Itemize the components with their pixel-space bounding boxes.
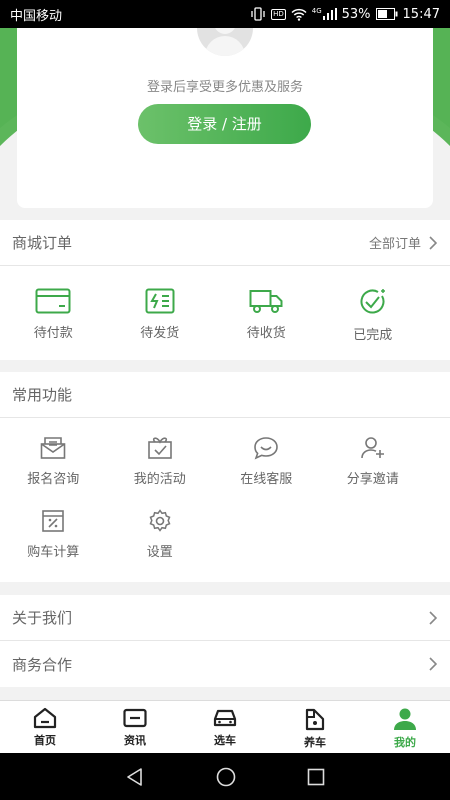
order-status-label: 待付款 — [33, 326, 73, 341]
login-register-button[interactable]: 登录 / 注册 — [138, 104, 311, 144]
order-status-row: 待付款 待发货 待收货 已完成 — [0, 266, 450, 343]
business-cooperation-label: 商务合作 — [12, 655, 73, 674]
chevron-right-icon — [429, 610, 437, 625]
bottom-tab-bar: 首页 资讯 选车 养车 我的 — [0, 700, 450, 753]
envelope-icon — [40, 437, 66, 459]
feature-settings[interactable]: 设置 — [107, 509, 214, 560]
tab-choose-car[interactable]: 选车 — [180, 701, 270, 753]
hd-badge: HD — [271, 8, 286, 20]
chat-icon — [254, 437, 279, 460]
feature-label: 分享邀请 — [346, 472, 399, 487]
tab-car-care[interactable]: 养车 — [270, 701, 360, 753]
feature-signup-consult[interactable]: 报名咨询 — [0, 436, 107, 487]
about-us-label: 关于我们 — [12, 609, 73, 627]
tab-news[interactable]: 资讯 — [90, 701, 180, 753]
all-orders-link[interactable]: 全部订单 — [369, 233, 437, 252]
tab-label: 资讯 — [124, 734, 146, 747]
avatar[interactable] — [197, 28, 253, 56]
feature-share-invite[interactable]: 分享邀请 — [320, 436, 427, 487]
check-circle-icon — [360, 289, 385, 314]
calculator-icon — [42, 510, 65, 532]
status-icons: HD 4G 53% 15:47 — [250, 7, 440, 22]
clock-time: 15:47 — [402, 6, 440, 22]
chevron-right-icon — [429, 235, 437, 250]
about-us-row[interactable]: 关于我们 — [0, 595, 450, 641]
features-row-2: 购车计算 设置 — [0, 487, 450, 560]
wifi-icon — [291, 8, 307, 21]
feature-label: 在线客服 — [240, 472, 293, 487]
order-pending-shipment[interactable]: 待发货 — [107, 288, 214, 343]
orders-header: 商城订单 全部订单 — [0, 220, 450, 266]
feature-online-service[interactable]: 在线客服 — [213, 436, 320, 487]
network-type: 4G — [311, 7, 322, 15]
orders-title: 商城订单 — [12, 234, 73, 252]
user-add-icon — [360, 437, 384, 459]
features-title: 常用功能 — [12, 386, 73, 404]
order-status-label: 已完成 — [353, 328, 393, 343]
feature-label: 购车计算 — [27, 545, 80, 560]
feature-label: 我的活动 — [133, 472, 186, 487]
gear-icon — [149, 509, 171, 532]
all-orders-label: 全部订单 — [368, 237, 421, 252]
truck-icon — [249, 290, 283, 313]
home-icon — [33, 707, 57, 729]
system-navigation-bar — [0, 753, 450, 800]
card-icon — [35, 288, 71, 314]
chevron-right-icon — [429, 657, 437, 671]
car-care-icon — [305, 708, 325, 731]
carrier-name: 中国移动 — [10, 8, 63, 24]
dispatch-icon — [145, 288, 175, 314]
order-pending-payment[interactable]: 待付款 — [0, 288, 107, 343]
battery-icon — [375, 8, 398, 20]
feature-car-calculator[interactable]: 购车计算 — [0, 509, 107, 560]
features-header: 常用功能 — [0, 372, 450, 418]
order-status-label: 待收货 — [246, 326, 286, 341]
feature-my-activities[interactable]: 我的活动 — [107, 436, 214, 487]
battery-percent: 53% — [341, 6, 371, 22]
feature-label: 报名咨询 — [27, 472, 80, 487]
tab-label: 选车 — [214, 734, 236, 747]
orders-section: 商城订单 全部订单 待付款 待发货 待收货 已完成 — [0, 220, 450, 360]
signal-icon — [322, 8, 337, 20]
gift-icon — [147, 437, 172, 459]
back-icon[interactable] — [125, 767, 145, 787]
home-circle-icon[interactable] — [216, 767, 236, 787]
feature-label: 设置 — [146, 545, 173, 560]
order-completed[interactable]: 已完成 — [320, 288, 427, 343]
tab-label: 我的 — [394, 736, 416, 749]
profile-card: 登录后享受更多优惠及服务 登录 / 注册 — [17, 28, 433, 208]
news-icon — [123, 708, 147, 728]
profile-header: 登录后享受更多优惠及服务 登录 / 注册 — [0, 28, 450, 218]
features-section: 常用功能 报名咨询 我的活动 在线客服 分享邀请 购车计算 设置 — [0, 372, 450, 582]
tab-mine[interactable]: 我的 — [360, 701, 450, 753]
vibrate-icon — [251, 7, 265, 21]
tab-home[interactable]: 首页 — [0, 701, 90, 753]
status-bar: 中国移动 HD 4G 53% 15:47 — [0, 0, 450, 28]
tab-label: 养车 — [304, 736, 326, 749]
recents-icon[interactable] — [307, 768, 325, 786]
order-pending-receipt[interactable]: 待收货 — [213, 288, 320, 343]
tab-label: 首页 — [34, 734, 56, 747]
features-row-1: 报名咨询 我的活动 在线客服 分享邀请 — [0, 418, 450, 487]
car-icon — [213, 709, 237, 727]
order-status-label: 待发货 — [140, 326, 180, 341]
profile-icon — [394, 708, 416, 730]
login-hint: 登录后享受更多优惠及服务 — [146, 80, 303, 95]
business-cooperation-row[interactable]: 商务合作 — [0, 641, 450, 687]
